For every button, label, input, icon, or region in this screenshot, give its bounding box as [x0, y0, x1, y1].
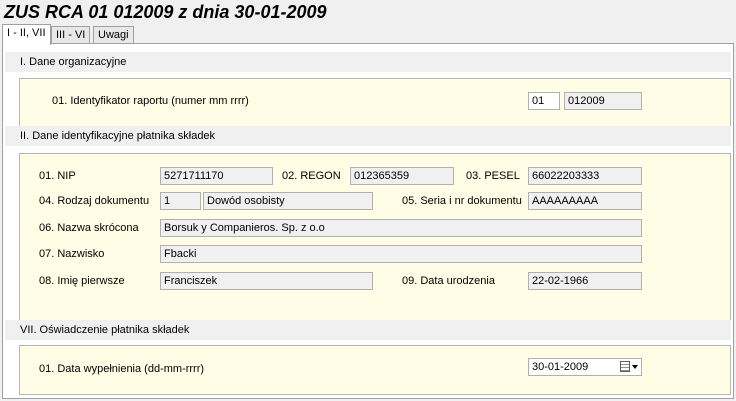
pesel-label: 03. PESEL — [466, 170, 520, 182]
short-name-label: 06. Nazwa skrócona — [39, 222, 139, 234]
fill-date-label: 01. Data wypełnienia (dd-mm-rrrr) — [39, 363, 205, 375]
first-name-field[interactable]: Franciszek — [160, 272, 373, 290]
section-payer-header: II. Dane identyfikacyjne płatnika składe… — [5, 126, 731, 146]
tab-remarks[interactable]: Uwagi — [93, 26, 134, 44]
section-declaration-panel: 01. Data wypełnienia (dd-mm-rrrr) 30-01-… — [19, 345, 731, 395]
report-id-label: 01. Identyfikator raportu (numer mm rrrr… — [52, 95, 249, 107]
window-title: ZUS RCA 01 012009 z dnia 30-01-2009 — [4, 2, 327, 22]
section-payer-panel: 01. NIP 5271711170 02. REGON 012365359 0… — [19, 153, 731, 321]
report-period-field[interactable]: 012009 — [564, 92, 642, 110]
fill-date-value: 30-01-2009 — [532, 361, 589, 373]
calendar-icon — [620, 361, 630, 372]
chevron-down-icon — [632, 365, 638, 369]
regon-field[interactable]: 012365359 — [350, 167, 454, 185]
section-declaration-header: VII. Oświadczenie płatnika składek — [5, 320, 731, 340]
birth-date-label: 09. Data urodzenia — [402, 275, 495, 287]
short-name-field[interactable]: Borsuk y Companieros. Sp. z o.o — [160, 219, 642, 237]
form-content: I. Dane organizacyjne 01. Identyfikator … — [2, 43, 734, 399]
doc-type-label: 04. Rodzaj dokumentu — [39, 195, 150, 207]
nip-label: 01. NIP — [39, 170, 76, 182]
section-organizational-panel: 01. Identyfikator raportu (numer mm rrrr… — [19, 78, 731, 128]
tab-sections-1-2-7[interactable]: I - II, VII — [2, 24, 51, 45]
surname-field[interactable]: Fbacki — [160, 245, 642, 263]
doc-type-code-field[interactable]: 1 — [160, 192, 201, 210]
regon-label: 02. REGON — [282, 170, 341, 182]
nip-field[interactable]: 5271711170 — [160, 167, 273, 185]
doc-series-label: 05. Seria i nr dokumentu — [402, 195, 522, 207]
report-number-field[interactable]: 01 — [528, 92, 560, 110]
doc-type-name-field[interactable]: Dowód osobisty — [203, 192, 373, 210]
calendar-dropdown-button[interactable] — [620, 361, 638, 373]
section-organizational-header: I. Dane organizacyjne — [5, 52, 731, 72]
fill-date-picker[interactable]: 30-01-2009 — [528, 358, 642, 376]
birth-date-field[interactable]: 22-02-1966 — [528, 272, 642, 290]
first-name-label: 08. Imię pierwsze — [39, 275, 125, 287]
surname-label: 07. Nazwisko — [39, 248, 105, 260]
tab-sections-3-6[interactable]: III - VI — [51, 26, 91, 44]
doc-series-field[interactable]: AAAAAAAAA — [528, 192, 642, 210]
pesel-field[interactable]: 66022203333 — [528, 167, 642, 185]
